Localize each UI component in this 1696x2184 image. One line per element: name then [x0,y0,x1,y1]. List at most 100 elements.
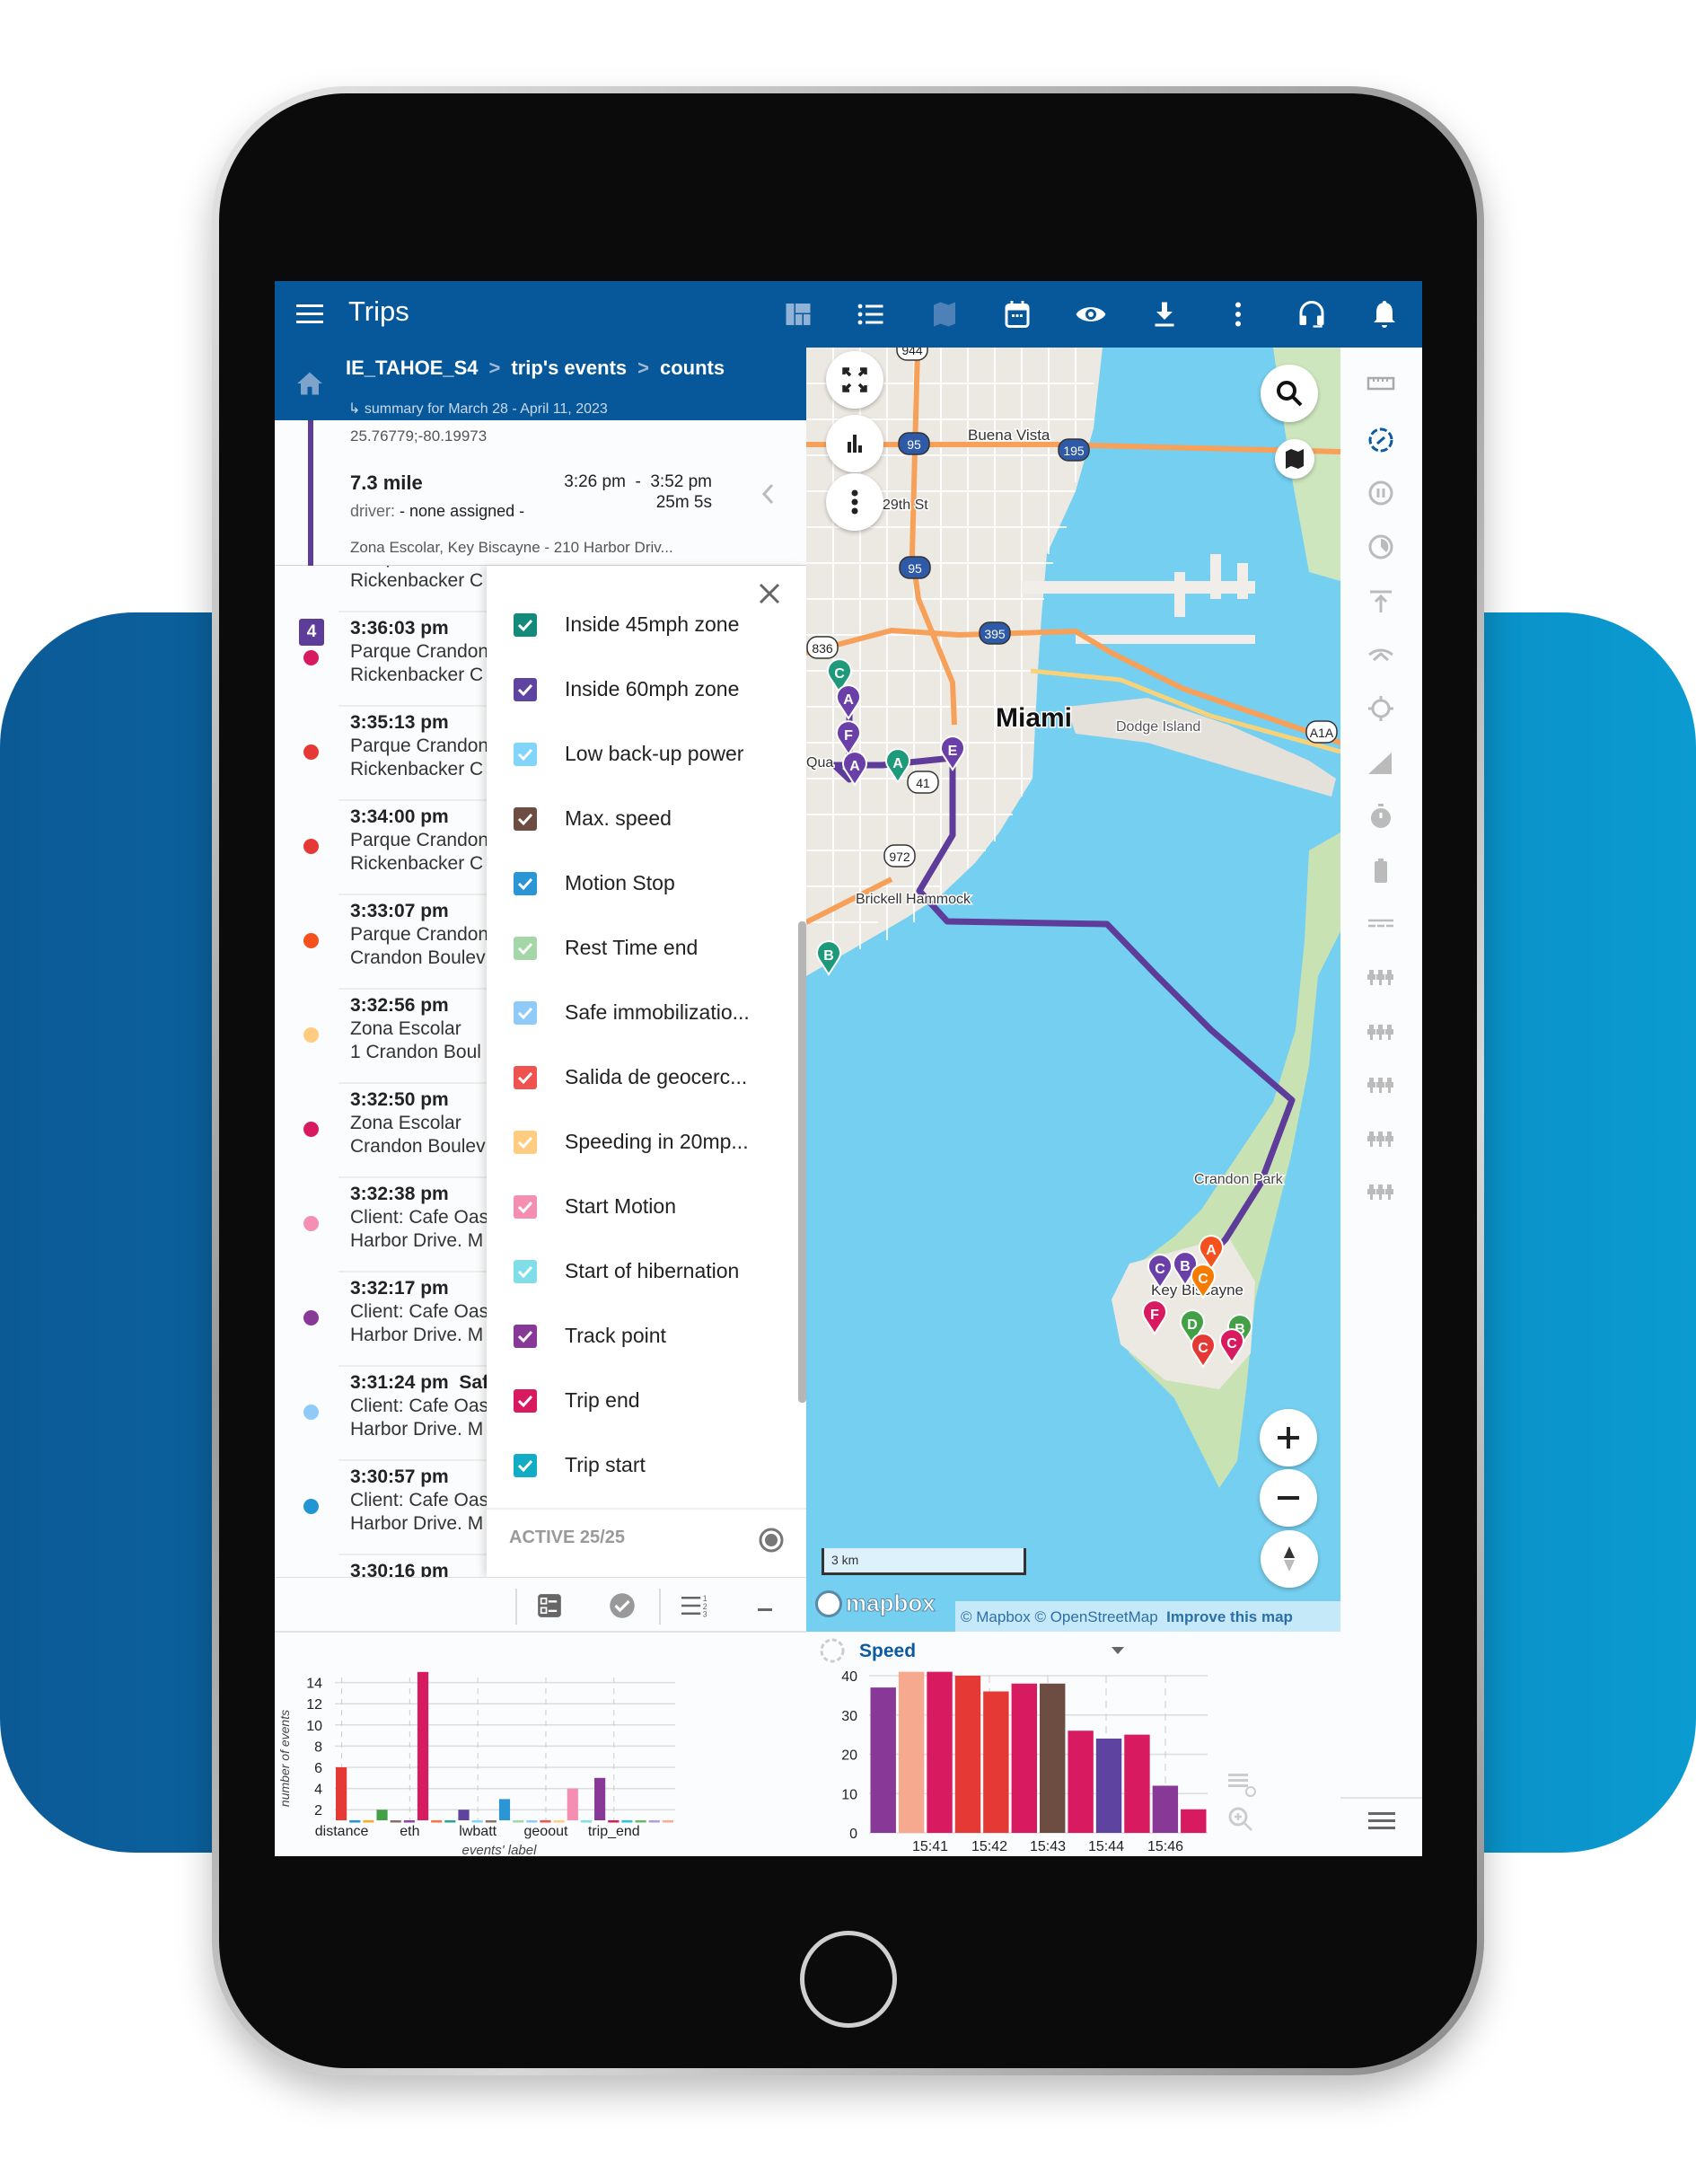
gps-target-icon[interactable] [1365,692,1397,725]
speed-bar[interactable] [1152,1785,1179,1834]
map-icon[interactable] [928,298,961,330]
checkbox[interactable] [514,678,537,701]
filter-item[interactable]: Track point [487,1309,806,1363]
map-view[interactable]: 95 195 395 836 41 972 944 A1A 95 Miami Buena Vist… [806,348,1340,1632]
map-search-button[interactable] [1261,365,1318,422]
pie-clock-icon[interactable] [1365,531,1397,563]
compass-button[interactable] [1261,1530,1318,1588]
sensor-icon[interactable] [1365,1123,1397,1155]
bell-icon[interactable] [1368,298,1401,330]
zoom-out-button[interactable] [1260,1469,1317,1527]
home-hardware-button[interactable] [800,1931,897,2028]
filter-item[interactable]: Motion Stop [487,857,806,911]
attribution-text[interactable]: © Mapbox © OpenStreetMap [961,1608,1158,1625]
bar[interactable] [363,1820,374,1823]
metric-select[interactable]: Speed [859,1641,916,1661]
bar[interactable] [608,1820,620,1823]
list-icon[interactable] [855,298,887,330]
checkbox[interactable] [514,743,537,766]
bar[interactable] [540,1820,551,1823]
filter-item[interactable]: Max. speed [487,792,806,846]
zoom-icon[interactable] [1228,1807,1252,1831]
hamburger-menu-icon[interactable] [296,303,323,326]
calendar-icon[interactable] [1001,298,1033,330]
bar[interactable] [376,1810,388,1820]
checkbox[interactable] [514,1131,537,1154]
checklist-icon[interactable] [537,1593,562,1618]
checkbox[interactable] [514,807,537,831]
check-circle-icon[interactable] [609,1592,636,1619]
bar[interactable] [403,1820,415,1823]
filter-item[interactable]: Start of hibernation [487,1245,806,1299]
bar[interactable] [648,1820,660,1823]
chart-toggle-button[interactable] [826,415,883,472]
signal-icon[interactable] [1365,638,1397,671]
filter-item[interactable]: Trip end [487,1374,806,1428]
stopwatch-icon[interactable] [1365,800,1397,832]
filter-item[interactable]: Safe immobilizatio... [487,986,806,1040]
bar[interactable] [444,1820,456,1823]
bar[interactable] [621,1820,633,1823]
bar[interactable] [417,1671,429,1820]
bar[interactable] [471,1820,483,1823]
mapbox-logo[interactable]: mapbox [815,1590,936,1617]
speed-bar[interactable] [983,1691,1009,1834]
download-icon[interactable] [1148,298,1181,330]
checkbox[interactable] [514,1001,537,1025]
map-marker[interactable]: B [816,940,841,976]
sensor-icon[interactable] [1365,1176,1397,1208]
bar[interactable] [390,1820,401,1823]
zoom-in-button[interactable] [1260,1409,1317,1466]
filter-item[interactable]: Inside 60mph zone [487,663,806,717]
lines-icon[interactable] [1365,907,1397,939]
speed-bar[interactable] [1124,1734,1150,1833]
menu-icon[interactable] [1368,1811,1395,1831]
speed-bar[interactable] [870,1687,896,1833]
map-more-button[interactable] [826,473,883,531]
radio-select-all-icon[interactable] [758,1527,785,1554]
bar[interactable] [431,1820,443,1823]
filter-item[interactable]: Rest Time end [487,921,806,975]
filter-item[interactable]: Speeding in 20mp... [487,1115,806,1169]
chevron-left-icon[interactable] [760,483,775,505]
bar[interactable] [662,1820,673,1823]
sensor-icon[interactable] [1365,1069,1397,1101]
eye-icon[interactable] [1075,298,1107,330]
breadcrumb-device[interactable]: IE_TAHOE_S4 [346,357,479,379]
bar[interactable] [553,1820,565,1823]
checkbox[interactable] [514,872,537,895]
home-icon[interactable] [296,371,323,396]
bar[interactable] [349,1820,361,1823]
sensor-icon[interactable] [1365,961,1397,993]
speed-bar[interactable] [1181,1809,1207,1833]
battery-icon[interactable] [1365,854,1397,886]
legend-refresh-icon[interactable] [1228,1774,1256,1797]
speed-bar[interactable] [1011,1683,1037,1833]
cell-signal-icon[interactable] [1365,747,1397,779]
filter-item[interactable]: Trip start [487,1439,806,1493]
bar[interactable] [513,1820,524,1823]
checkbox[interactable] [514,1195,537,1219]
speed-bar[interactable] [927,1671,953,1833]
map-layers-button[interactable] [1275,439,1314,479]
breadcrumb-trip-events[interactable]: trip's events [511,357,627,379]
numbered-list-icon[interactable]: 123 [681,1593,708,1618]
speed-bar[interactable] [1040,1683,1066,1833]
speed-bar[interactable] [898,1671,925,1833]
dashboard-icon[interactable] [782,298,814,330]
bar[interactable] [498,1799,511,1820]
checkbox[interactable] [514,1389,537,1413]
checkbox[interactable] [514,613,537,637]
breadcrumb-counts[interactable]: counts [660,357,725,379]
fullscreen-button[interactable] [826,351,883,409]
checkbox[interactable] [514,1325,537,1348]
speed-bar[interactable] [1068,1730,1094,1833]
checkbox[interactable] [514,1260,537,1283]
improve-map-link[interactable]: Improve this map [1166,1608,1293,1625]
checkbox[interactable] [514,1066,537,1089]
speed-bar[interactable] [1095,1739,1122,1833]
sensor-icon[interactable] [1365,1016,1397,1048]
bar[interactable] [594,1777,606,1820]
more-vert-icon[interactable] [1222,298,1254,330]
speed-bar[interactable] [954,1676,981,1833]
